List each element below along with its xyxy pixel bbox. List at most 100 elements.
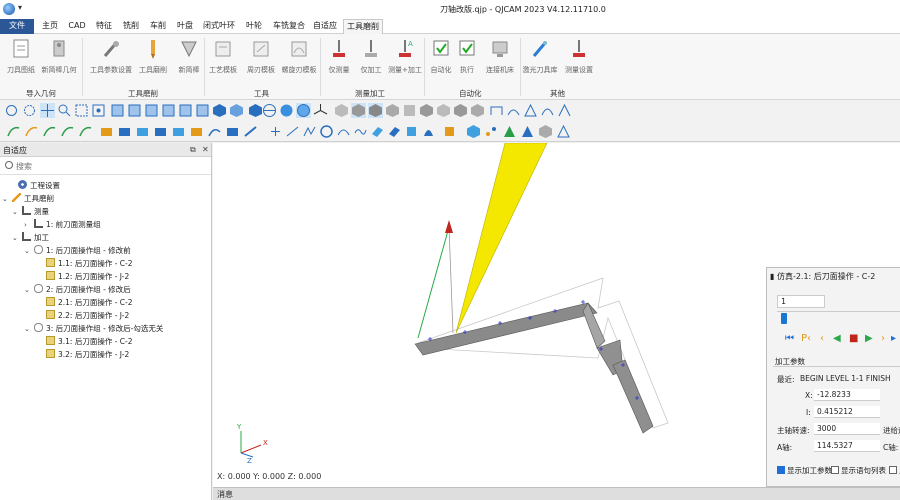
tree-item-measure[interactable]: ⌄ 测量	[12, 205, 49, 218]
show-lines-checkbox[interactable]: 显示语句列表	[831, 465, 886, 476]
measure-arc-icon[interactable]	[506, 103, 521, 118]
view-top-icon[interactable]	[178, 103, 193, 118]
frame-input[interactable]: 1	[777, 295, 825, 308]
solid-2-icon[interactable]	[484, 124, 499, 139]
shade-mode-1-icon[interactable]	[334, 103, 349, 118]
tool-drawing-button[interactable]: 刀具图纸	[2, 38, 40, 84]
circle-select-icon[interactable]	[4, 103, 19, 118]
triangle-icon[interactable]	[523, 103, 538, 118]
new-bar-button[interactable]: 新简棒	[170, 38, 208, 84]
message-tab[interactable]: 消息	[217, 489, 233, 500]
quick-access-menu-icon[interactable]: ▾	[18, 3, 22, 12]
point-icon[interactable]	[268, 124, 283, 139]
tab-cad[interactable]: CAD	[64, 19, 90, 34]
slider-thumb[interactable]	[781, 313, 788, 324]
shade-mode-6-icon[interactable]	[419, 103, 434, 118]
tree-item-op-3-1[interactable]: 3.1: 后刀面操作 - C-2	[46, 335, 133, 348]
surface-6-icon[interactable]	[189, 124, 204, 139]
view-back-icon[interactable]	[127, 103, 142, 118]
tree-item-op-1-1[interactable]: 1.1: 后刀面操作 - C-2	[46, 257, 133, 270]
last-frame-icon[interactable]: ▸	[891, 334, 896, 344]
surface-4-icon[interactable]	[153, 124, 168, 139]
axis-triad-icon[interactable]	[313, 103, 328, 118]
measure-settings-button[interactable]: 测量设置	[560, 38, 598, 84]
shade-mode-5-icon[interactable]	[402, 103, 417, 118]
tab-home[interactable]: 主页	[38, 19, 62, 34]
view-front-icon[interactable]	[110, 103, 125, 118]
laser-tool-library-button[interactable]: 激光刀具库	[518, 38, 562, 84]
zoom-fit-icon[interactable]	[91, 103, 106, 118]
tab-turning[interactable]: 车削	[146, 19, 170, 34]
message-bar[interactable]: 消息	[213, 487, 900, 500]
tree-item-op-1-2[interactable]: 1.2: 后刀面操作 - J-2	[46, 270, 129, 283]
tree-item-tool-grinding[interactable]: ⌄ 工具磨削	[2, 192, 54, 205]
collapse-arrow-icon[interactable]: ⌄	[2, 193, 12, 206]
play-icon[interactable]: ▶	[865, 334, 873, 344]
solid-4-icon[interactable]	[520, 124, 535, 139]
close-icon[interactable]: ✕	[202, 145, 209, 154]
tree-item-machining[interactable]: ⌄ 加工	[12, 231, 49, 244]
first-frame-icon[interactable]: ⏮	[785, 334, 794, 344]
solid-6-icon[interactable]	[556, 124, 571, 139]
shade-mode-7-icon[interactable]	[436, 103, 451, 118]
curve-5-icon[interactable]	[78, 124, 93, 139]
tab-tool-grinding[interactable]: 工具磨削	[343, 19, 383, 34]
tool-params-button[interactable]: 工具参数设置	[88, 38, 134, 84]
tree-item-op-3-2[interactable]: 3.2: 后刀面操作 - J-2	[46, 348, 129, 361]
crosshair-icon[interactable]	[40, 103, 55, 118]
tab-adaptive[interactable]: 自适应	[310, 19, 340, 34]
tree-item-project-settings[interactable]: 工程设置	[8, 179, 60, 192]
surface-2-icon[interactable]	[117, 124, 132, 139]
collapse-arrow-icon[interactable]: ⌄	[24, 245, 34, 258]
collapse-arrow-icon[interactable]: ⌄	[12, 206, 22, 219]
view-right-icon[interactable]	[161, 103, 176, 118]
surface-d-icon[interactable]	[442, 124, 457, 139]
tab-closed-impeller[interactable]: 闭式叶环	[201, 19, 237, 34]
view-iso2-icon[interactable]	[229, 103, 244, 118]
surface-c-icon[interactable]	[421, 124, 436, 139]
zoom-icon[interactable]	[57, 103, 72, 118]
line-icon[interactable]	[285, 124, 300, 139]
checkbox-checked-icon[interactable]	[777, 466, 785, 474]
tab-file[interactable]: 文件	[0, 19, 34, 34]
view-iso-icon[interactable]	[212, 103, 227, 118]
curve-1-icon[interactable]	[6, 124, 21, 139]
search-input[interactable]	[16, 159, 206, 173]
tab-milling[interactable]: 铣削	[119, 19, 143, 34]
surface-7-icon[interactable]	[207, 124, 222, 139]
zoom-window-icon[interactable]	[74, 103, 89, 118]
stop-icon[interactable]: ■	[849, 334, 858, 344]
shade-mode-9-icon[interactable]	[470, 103, 485, 118]
section-icon[interactable]	[489, 103, 504, 118]
polyline-icon[interactable]	[302, 124, 317, 139]
play-reverse-icon[interactable]: ◀	[833, 334, 841, 344]
solid-1-icon[interactable]	[466, 124, 481, 139]
shade-mode-3-icon[interactable]	[368, 103, 383, 118]
shade-mode-4-icon[interactable]	[385, 103, 400, 118]
measure-machine-button[interactable]: A 测量+加工	[384, 38, 426, 84]
shade-mode-8-icon[interactable]	[453, 103, 468, 118]
point-circle-icon[interactable]	[22, 103, 37, 118]
checkbox-icon[interactable]	[831, 466, 839, 474]
sphere-wire-icon[interactable]	[296, 103, 311, 118]
surface-3-icon[interactable]	[135, 124, 150, 139]
plane-icon[interactable]	[370, 124, 385, 139]
tool-grind-button[interactable]: 工具磨削	[134, 38, 172, 84]
surface-5-icon[interactable]	[171, 124, 186, 139]
arc-icon[interactable]	[336, 124, 351, 139]
tab-mill-turn[interactable]: 车铣复合	[271, 19, 307, 34]
circle-icon[interactable]	[319, 124, 334, 139]
collapse-arrow-icon[interactable]: ⌄	[24, 284, 34, 297]
collapse-arrow-icon[interactable]: ⌄	[24, 323, 34, 336]
curve-3-icon[interactable]	[42, 124, 57, 139]
surface-b-icon[interactable]	[404, 124, 419, 139]
surface-8-icon[interactable]	[225, 124, 240, 139]
curve-2-icon[interactable]	[24, 124, 39, 139]
shade-mode-2-icon[interactable]	[351, 103, 366, 118]
tab-impeller[interactable]: 叶轮	[242, 19, 266, 34]
tree-item-op-group-3[interactable]: ⌄ 3: 后刀面操作组 - 修改后-勾选无关	[24, 322, 163, 335]
surface-a-icon[interactable]	[387, 124, 402, 139]
bar-geometry-button[interactable]: 新简棒几何	[40, 38, 78, 84]
process-template-button[interactable]: 工艺模板	[204, 38, 242, 84]
playback-slider[interactable]	[777, 311, 900, 324]
